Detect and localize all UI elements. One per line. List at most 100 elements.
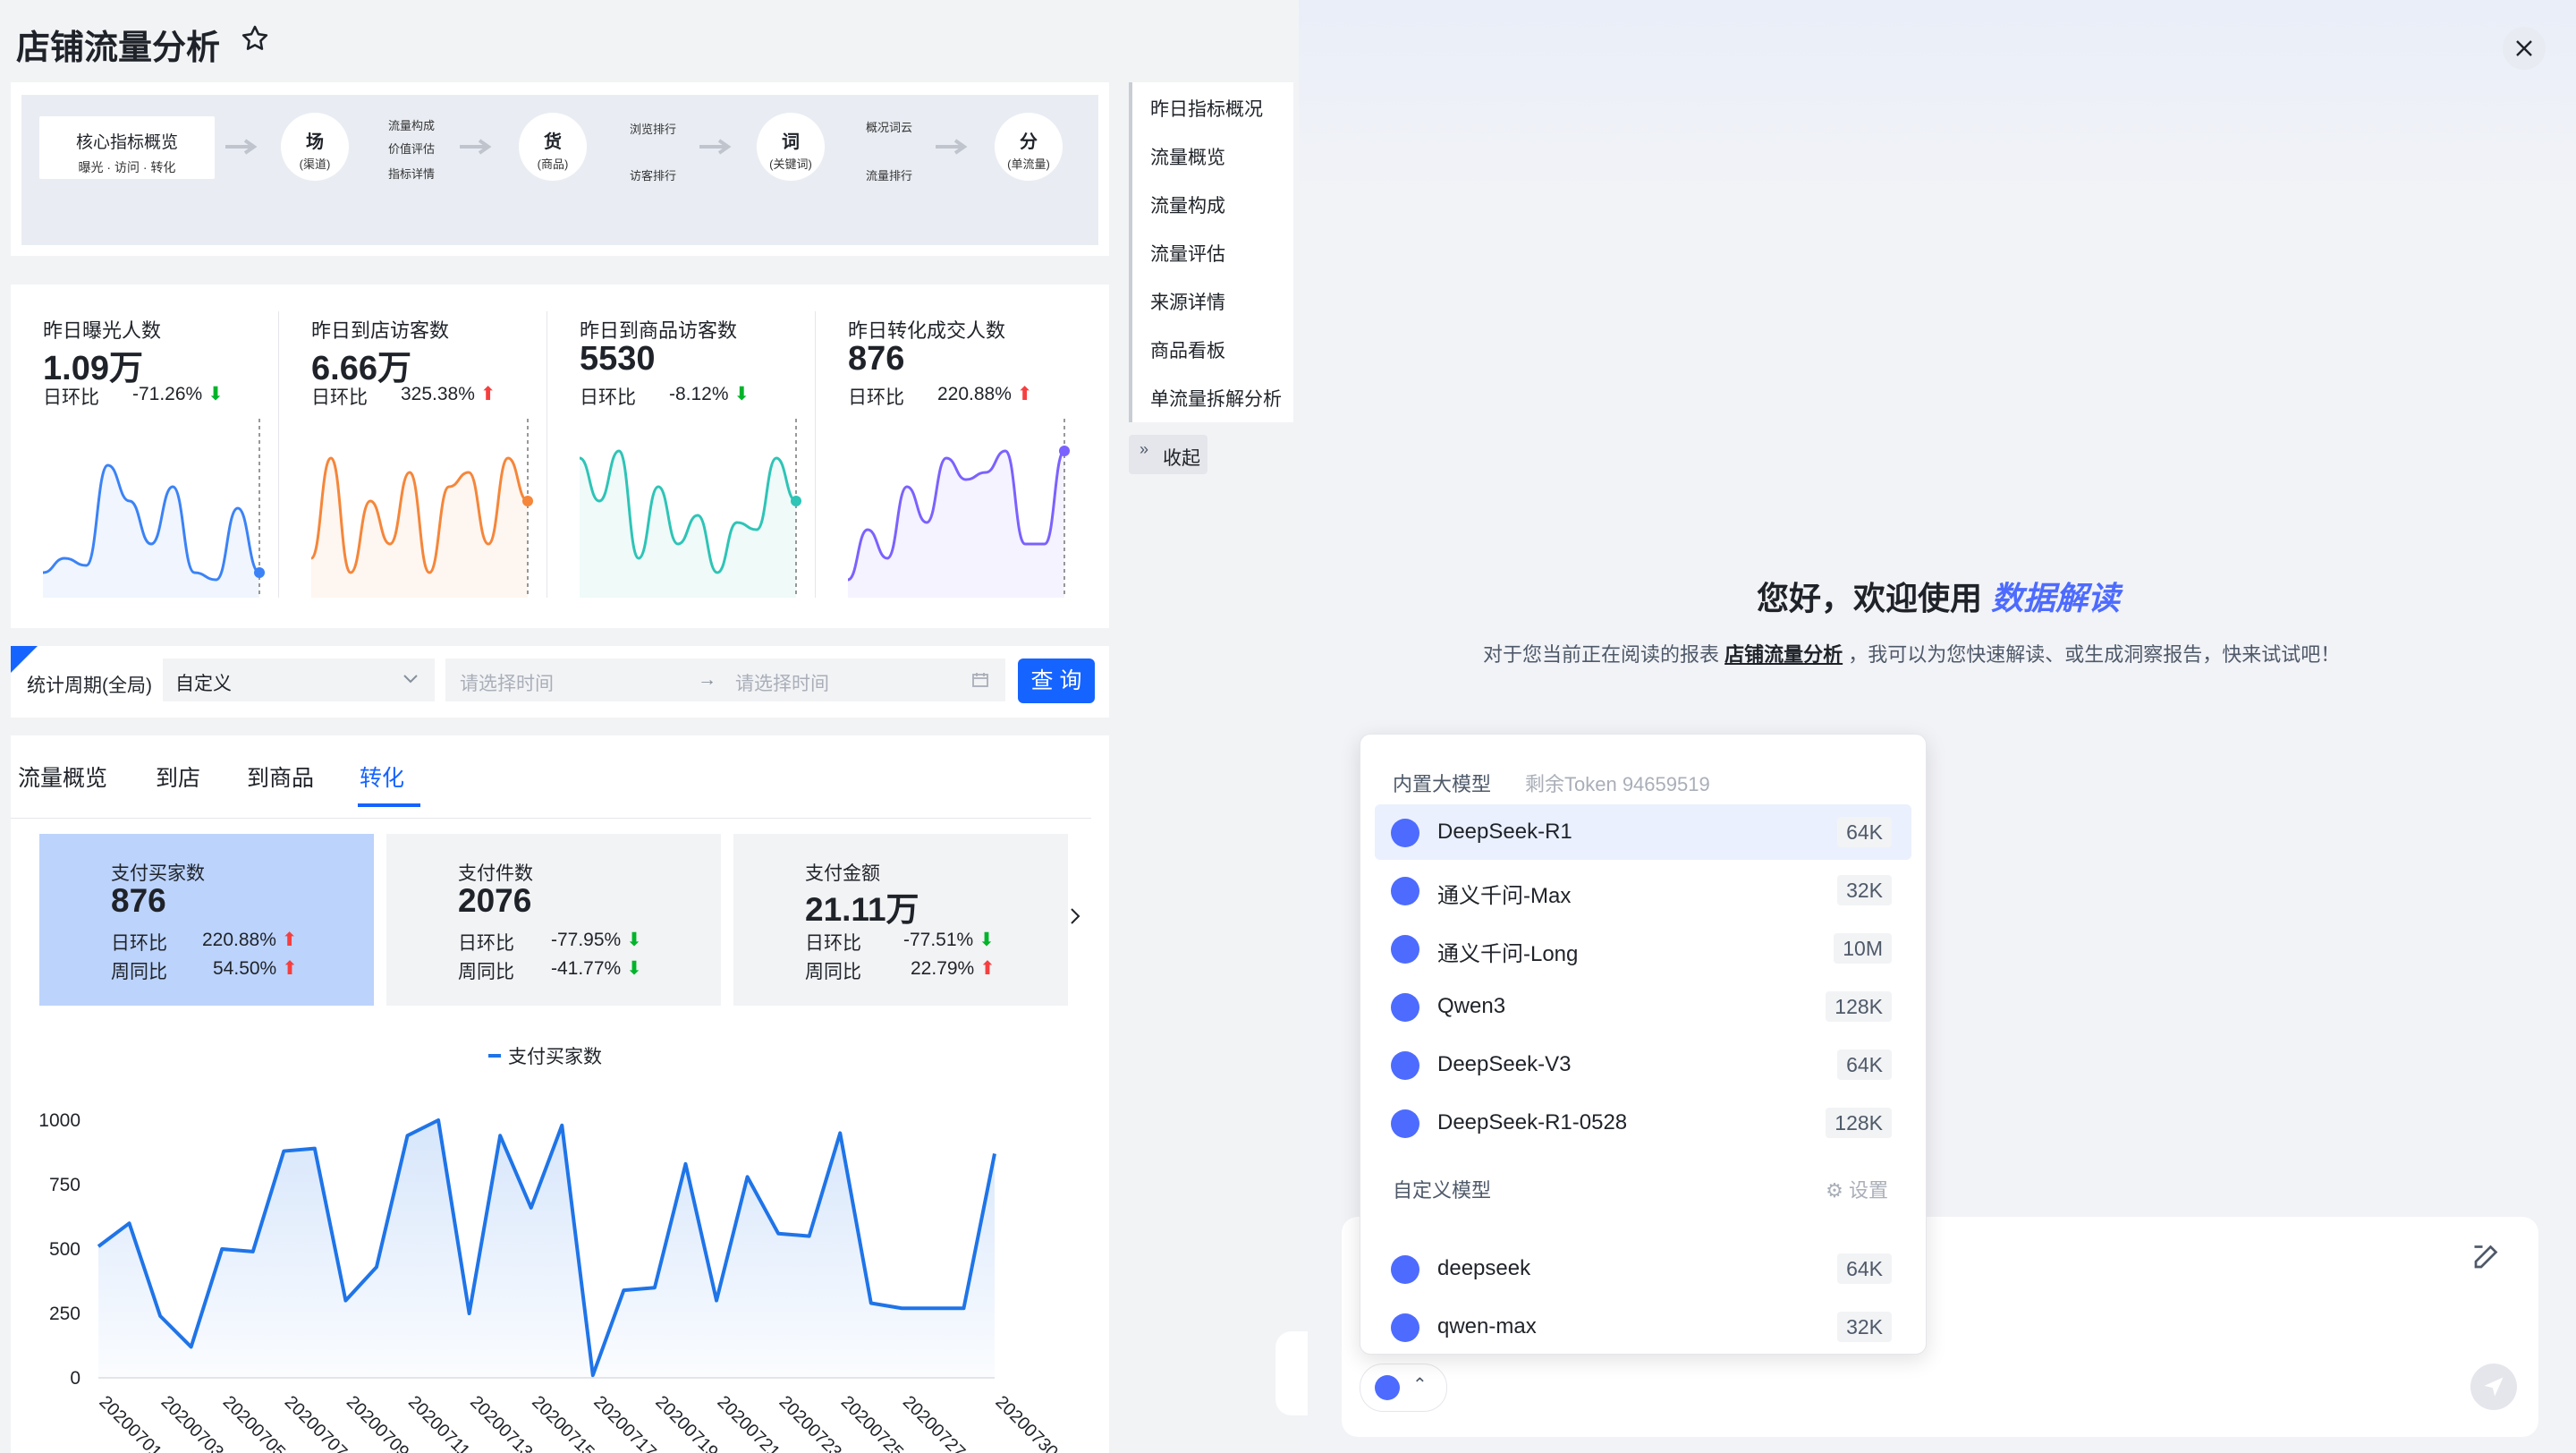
metric-compare-value: -77.51% ⬇ [903, 929, 995, 951]
kpi-sparkline [43, 419, 265, 598]
model-name: DeepSeek-V3 [1437, 1052, 1572, 1076]
model-context-badge: 10M [1834, 933, 1892, 964]
flow-sub-item[interactable]: 浏览排行 [630, 120, 676, 137]
anchor-item[interactable]: 来源详情 [1150, 288, 1225, 315]
builtin-models-header: 内置大模型 [1393, 773, 1492, 795]
chevron-up-icon: ⌃ [1412, 1375, 1428, 1395]
x-tick-label: 20200721 [713, 1392, 783, 1453]
model-option[interactable]: qwen-max 32K [1375, 1299, 1911, 1355]
model-option[interactable]: DeepSeek-V3 64K [1375, 1037, 1911, 1092]
arrow-up-icon: ⬆ [1016, 384, 1033, 404]
edit-note-icon[interactable] [2470, 1240, 2503, 1272]
arrow-down-icon: ⬇ [208, 384, 224, 404]
divider [11, 818, 1091, 819]
anchor-item[interactable]: 商品看板 [1150, 336, 1225, 363]
flow-node-keyword[interactable]: 词 (关键词) [757, 113, 825, 181]
model-name: qwen-max [1437, 1314, 1537, 1338]
flow-sub-item[interactable]: 流量排行 [866, 166, 912, 183]
flow-sub-item[interactable]: 访客排行 [630, 166, 676, 183]
metric-compare-percent: 220.88% [202, 930, 276, 950]
chevron-right-icon[interactable] [1066, 905, 1084, 927]
kpi-value: 876 [848, 340, 905, 378]
send-button[interactable] [2470, 1364, 2517, 1410]
flow-node-sub: (关键词) [769, 157, 812, 171]
kpi-compare-label: 日环比 [848, 387, 904, 408]
arrow-right-icon [699, 139, 732, 155]
metric-compare-percent: -77.95% [551, 930, 622, 950]
metric-card-buyers[interactable]: 支付买家数 876 日环比 220.88% ⬆ 周同比 54.50% ⬆ [39, 834, 374, 1006]
model-name: 通义千问-Max [1437, 884, 1572, 908]
anchor-item[interactable]: 流量构成 [1150, 191, 1225, 218]
model-icon [1391, 993, 1419, 1022]
flow-sub-item[interactable]: 指标详情 [388, 165, 435, 182]
model-option[interactable]: deepseek 64K [1375, 1241, 1911, 1296]
flow-node-goods[interactable]: 货 (商品) [519, 113, 587, 181]
tab-to-goods[interactable]: 到商品 [247, 760, 314, 793]
x-tick-label: 20200719 [651, 1392, 721, 1453]
panel-side-handle[interactable] [1275, 1331, 1308, 1415]
metric-compare-percent: 54.50% [213, 958, 277, 979]
flow-sub-item[interactable]: 价值评估 [388, 140, 435, 157]
anchor-item[interactable]: 流量评估 [1150, 240, 1225, 267]
kpi-card[interactable]: 昨日到店访客数 6.66万 日环比 325.38% ⬆ [279, 285, 547, 628]
anchor-nav: 昨日指标概况 流量概览 流量构成 流量评估 来源详情 商品看板 单流量拆解分析 [1129, 82, 1293, 422]
model-context-badge: 64K [1837, 1049, 1892, 1080]
metric-card-items[interactable]: 支付件数 2076 日环比 -77.95% ⬇ 周同比 -41.77% ⬇ [386, 834, 721, 1006]
collapse-anchor-button[interactable]: » 收起 [1129, 435, 1208, 474]
start-date-input[interactable]: 请选择时间 [460, 669, 554, 696]
flow-sub-item[interactable]: 流量构成 [388, 116, 435, 133]
tab-to-store[interactable]: 到店 [156, 760, 200, 793]
kpi-percent-value: 325.38% [401, 384, 475, 404]
anchor-item[interactable]: 流量概览 [1150, 143, 1225, 170]
custom-models-settings[interactable]: ⚙ 设置 [1826, 1175, 1888, 1203]
model-switch-button[interactable]: ⌃ [1360, 1364, 1447, 1412]
flow-node-sub: (渠道) [299, 157, 331, 171]
x-tick-label: 20200715 [528, 1392, 597, 1453]
tab-conversion[interactable]: 转化 [360, 760, 404, 793]
metric-compare-label: 周同比 [458, 962, 514, 982]
brand-name: 数据解读 [1991, 580, 2121, 616]
x-tick-label: 20200727 [899, 1392, 969, 1453]
query-button[interactable]: 查 询 [1018, 659, 1095, 703]
period-select[interactable]: 自定义 [163, 659, 435, 701]
kpi-card[interactable]: 昨日曝光人数 1.09万 日环比 -71.26% ⬇ [11, 285, 279, 628]
model-option[interactable]: DeepSeek-R1 64K [1375, 804, 1911, 860]
anchor-item[interactable]: 单流量拆解分析 [1150, 385, 1282, 412]
end-date-input[interactable]: 请选择时间 [735, 669, 829, 696]
model-option[interactable]: Qwen3 128K [1375, 979, 1911, 1034]
metric-compare-percent: 22.79% [911, 958, 975, 979]
kpi-percent: -71.26% ⬇ [132, 383, 224, 405]
arrow-right-icon [225, 139, 258, 155]
welcome-intro: 对于您当前正在阅读的报表 店铺流量分析 ，我可以为您快速解读、或生成洞察报告，快… [1483, 639, 2340, 667]
sparkline-point [522, 496, 533, 506]
kpi-compare-label: 日环比 [580, 387, 636, 408]
kpi-card[interactable]: 昨日到商品访客数 5530 日环比 -8.12% ⬇ [547, 285, 816, 628]
model-icon [1391, 819, 1419, 847]
kpi-card[interactable]: 昨日转化成交人数 876 日环比 220.88% ⬆ [816, 285, 1084, 628]
model-icon [1391, 935, 1419, 964]
date-range-picker[interactable]: 请选择时间 → 请选择时间 [445, 659, 1005, 701]
intro-report-link[interactable]: 店铺流量分析 [1724, 643, 1843, 666]
model-context-badge: 32K [1837, 1312, 1892, 1342]
flow-sub-item[interactable]: 概况词云 [866, 118, 912, 135]
model-option[interactable]: 通义千问-Long 10M [1375, 921, 1911, 976]
double-chevron-right-icon: » [1140, 440, 1149, 458]
flow-node-single[interactable]: 分 (单流量) [995, 113, 1063, 181]
model-option[interactable]: DeepSeek-R1-0528 128K [1375, 1095, 1911, 1151]
metric-compare-label: 日环比 [458, 933, 514, 954]
x-tick-label: 20200711 [404, 1392, 473, 1453]
y-tick-label: 750 [49, 1175, 80, 1195]
close-icon[interactable] [2503, 27, 2546, 70]
metric-card-amount[interactable]: 支付金额 21.11万 日环比 -77.51% ⬇ 周同比 22.79% ⬆ [733, 834, 1068, 1006]
kpi-value: 1.09万 [43, 350, 143, 387]
arrow-right-icon: → [698, 669, 716, 690]
y-tick-label: 250 [49, 1304, 80, 1324]
flow-node-channel[interactable]: 场 (渠道) [281, 113, 349, 181]
favorite-star-icon[interactable] [240, 23, 270, 54]
model-option[interactable]: 通义千问-Max 32K [1375, 862, 1911, 918]
flow-core-sub: 曝光 · 访问 · 转化 [78, 160, 176, 174]
sparkline-area [848, 451, 1064, 598]
anchor-item[interactable]: 昨日指标概况 [1150, 95, 1263, 122]
tab-traffic-overview[interactable]: 流量概览 [18, 760, 107, 793]
flow-core-box[interactable]: 核心指标概览 曝光 · 访问 · 转化 [39, 116, 215, 179]
